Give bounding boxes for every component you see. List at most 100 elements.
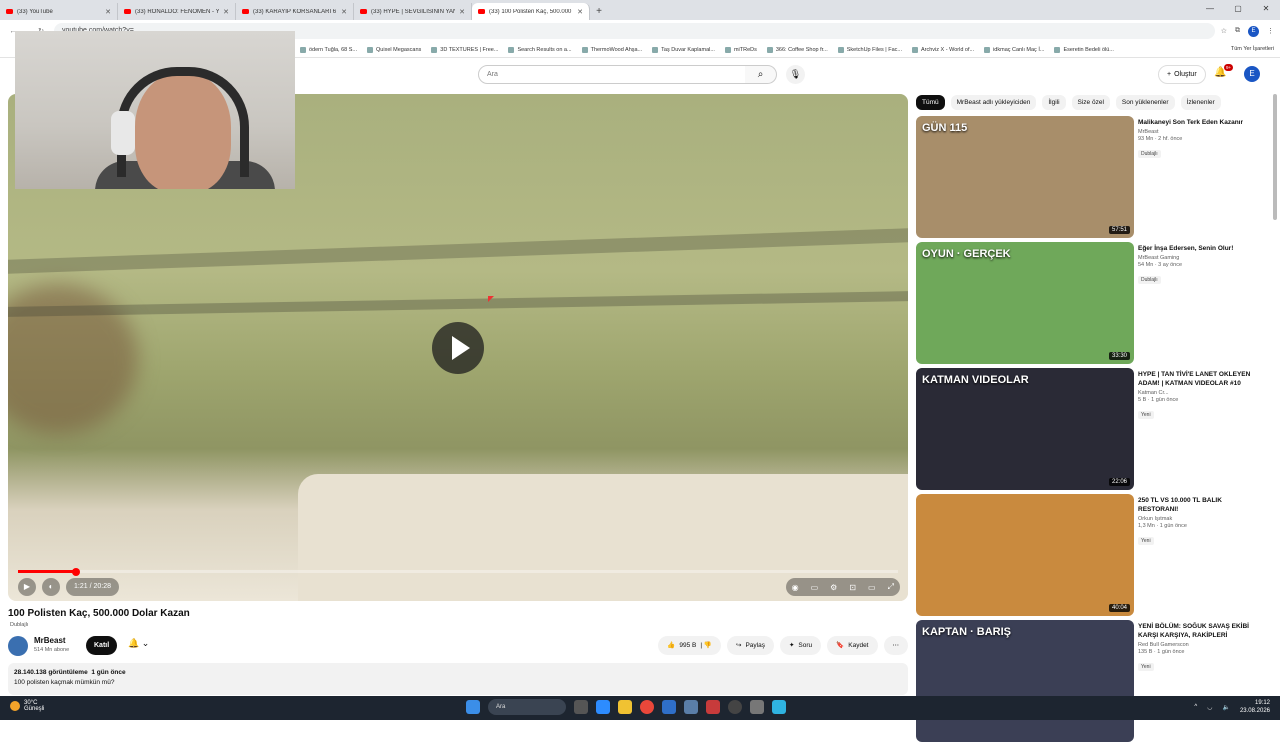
new-tab-button[interactable]: + (590, 3, 608, 20)
bookmark-item[interactable]: ödern Tuğla, 68 S... (300, 46, 357, 53)
subscription-bell-icon[interactable]: 🔔 ⌄ (128, 638, 149, 649)
bookmark-item[interactable]: Search Results on a... (508, 46, 572, 53)
recommendation-item[interactable]: GÜN 115 57:51 Malikaneyi Son Terk Eden Kaz… (916, 116, 1266, 238)
weather-widget[interactable]: 30°C Güneşli (10, 700, 44, 712)
bookmark-item[interactable]: Archviz X - World of... (912, 46, 974, 53)
recommendation-title[interactable]: HYPE | TAN TİVİ'E LANET OKLEYEN ADAM! | … (1138, 370, 1264, 388)
description-box[interactable]: 28.140.138 görüntüleme 1 gün önce 100 po… (8, 663, 908, 695)
ask-button[interactable]: ✦ Soru (779, 636, 822, 655)
theater-mode-icon[interactable]: ▭ (868, 583, 876, 592)
miniplayer-icon[interactable]: ⊡ (849, 583, 856, 592)
extensions-icon[interactable]: ⧉ (1235, 27, 1240, 35)
share-button[interactable]: ↪ Paylaş (727, 636, 774, 655)
browser-tab-4[interactable]: (33) 100 Polisten Kaç, 500.000 ✕ (472, 3, 590, 20)
autoplay-toggle-icon[interactable]: ◉ (792, 583, 799, 592)
subtitles-icon[interactable]: ▭ (811, 583, 819, 592)
bookmark-item[interactable]: 366: Coffee Shop fr... (766, 46, 828, 53)
app-icon[interactable] (684, 700, 698, 714)
channel-name[interactable]: MrBeast (34, 636, 66, 645)
recommendation-thumbnail[interactable]: GÜN 115 57:51 (916, 116, 1134, 238)
bookmark-star-icon[interactable]: ☆ (1221, 27, 1227, 35)
speaker-icon[interactable]: 🔈 (1222, 704, 1229, 711)
recommendation-title[interactable]: Eğer İnşa Edersen, Senin Olur! (1138, 244, 1264, 253)
bookmark-item[interactable]: SketchUp Files | Fac... (837, 46, 902, 53)
maximize-icon[interactable]: ▢ (1224, 0, 1252, 18)
like-button[interactable]: 👍 995 B | 👎 (658, 636, 721, 655)
progress-bar[interactable] (18, 567, 898, 576)
bookmark-item[interactable]: miTReDs (724, 46, 757, 53)
page-scrollbar[interactable] (1273, 94, 1277, 220)
recorder-icon[interactable] (706, 700, 720, 714)
recommendation-thumbnail[interactable]: 40:04 (916, 494, 1134, 616)
join-button[interactable]: Katıl (86, 636, 118, 655)
filter-chip[interactable]: MrBeast adlı yükleyiciden (950, 95, 1037, 110)
recommendation-title[interactable]: YENİ BÖLÜM: SOĞUK SAVAŞ EKİBİ KARŞI KARŞ… (1138, 622, 1264, 640)
close-window-icon[interactable]: ✕ (1252, 0, 1280, 18)
clock[interactable]: 19:12 23.08.2026 (1240, 699, 1270, 715)
search-icon[interactable]: ⌕ (745, 65, 777, 84)
filter-chip[interactable]: Size özel (1071, 95, 1110, 110)
scrubber-handle[interactable] (72, 567, 81, 576)
recommendation-thumbnail[interactable]: KAPTAN · BARIŞ (916, 620, 1134, 742)
start-windows-icon[interactable] (466, 700, 480, 714)
file-explorer-icon[interactable] (618, 700, 632, 714)
recommendation-channel[interactable]: MrBeast (1138, 129, 1264, 135)
bookmark-item[interactable]: Eseretin Bedeli ölü... (1054, 46, 1114, 53)
create-button[interactable]: + Oluştur (1158, 65, 1206, 84)
filter-chip[interactable]: İzlenenler (1180, 95, 1221, 110)
tab-close-icon[interactable]: ✕ (341, 8, 347, 16)
bookmark-item[interactable]: 3D TEXTURES | Free... (431, 46, 498, 53)
tab-close-icon[interactable]: ✕ (105, 8, 111, 16)
obs-icon[interactable] (728, 700, 742, 714)
tray-chevron-icon[interactable]: ^ (1194, 704, 1197, 710)
recommendation-channel[interactable]: Orkun Işıtmak (1138, 516, 1264, 522)
task-view-icon[interactable] (574, 700, 588, 714)
browser-tab-1[interactable]: (33) RONALDO: FENOMEN - Yo ✕ (118, 3, 236, 20)
recommendation-thumbnail[interactable]: OYUN · GERÇEK 33:30 (916, 242, 1134, 364)
browser-tab-0[interactable]: (33) YouTube ✕ (0, 3, 118, 20)
filter-chip[interactable]: Tümü (916, 95, 945, 110)
chrome-icon[interactable] (640, 700, 654, 714)
browser-profile-avatar[interactable]: E (1248, 25, 1259, 37)
tab-close-icon[interactable]: ✕ (459, 8, 465, 16)
wifi-icon[interactable]: ◡ (1207, 704, 1212, 711)
user-avatar[interactable]: E (1244, 66, 1260, 82)
microphone-icon[interactable]: 🎙 (786, 65, 805, 84)
browser-tab-2[interactable]: (33) KARAYİP KORSANLARI 6 ✕ (236, 3, 354, 20)
recommendation-channel[interactable]: Red Bull Gamerscon (1138, 642, 1264, 648)
filter-chip[interactable]: İlgili (1042, 95, 1066, 110)
tab-close-icon[interactable]: ✕ (223, 8, 229, 16)
recommendation-item[interactable]: KATMAN VIDEOLAR 22:06 HYPE | TAN TİVİ'E LA… (916, 368, 1266, 490)
dislike-icon[interactable]: | 👎 (700, 636, 712, 655)
recommendation-item[interactable]: 40:04 250 TL VS 10.000 TL BALIK RESTORANI… (916, 494, 1266, 616)
minimize-icon[interactable]: — (1196, 0, 1224, 18)
photoshop-icon[interactable] (662, 700, 676, 714)
recommendation-channel[interactable]: Katman Cr... (1138, 390, 1264, 396)
recommendation-item[interactable]: OYUN · GERÇEK 33:30 Eğer İnşa Edersen, Sen… (916, 242, 1266, 364)
recommendation-channel[interactable]: MrBeast Gaming (1138, 255, 1264, 261)
bookmark-item[interactable]: Taş Duvar Kaplamal... (652, 46, 715, 53)
filter-chip[interactable]: Son yüklenenler (1115, 95, 1175, 110)
all-bookmarks-link[interactable]: Tüm Yer İşaretleri (1231, 46, 1274, 52)
recommendation-title[interactable]: 250 TL VS 10.000 TL BALIK RESTORANI! (1138, 496, 1264, 514)
recommendation-title[interactable]: Malikaneyi Son Terk Eden Kazanır (1138, 118, 1264, 127)
copilot-icon[interactable] (596, 700, 610, 714)
tab-close-icon[interactable]: ✕ (577, 8, 583, 16)
bookmark-item[interactable]: ThermoWood Ahşa... (581, 46, 642, 53)
channel-avatar[interactable] (8, 636, 28, 656)
taskbar-search[interactable]: Ara (488, 699, 566, 715)
volume-icon[interactable]: ◐ (42, 578, 60, 596)
bookmark-item[interactable]: idkmaç Canlı Maç İ... (984, 46, 1044, 53)
big-play-button[interactable] (432, 322, 484, 374)
app-icon-2[interactable] (772, 700, 786, 714)
menu-dots-icon[interactable]: ⋮ (1267, 27, 1274, 35)
browser-tab-3[interactable]: (33) HYPE | SEVGİLİSİNİN YANİ ✕ (354, 3, 472, 20)
bookmark-item[interactable]: Quixel Megascans (367, 46, 421, 53)
save-button[interactable]: 🔖 Kaydet (827, 636, 878, 655)
search-input[interactable]: Ara (478, 65, 746, 84)
settings-gear-icon[interactable]: ⚙ (830, 583, 837, 592)
recommendation-item[interactable]: KAPTAN · BARIŞ YENİ BÖLÜM: SOĞUK SAVAŞ EK… (916, 620, 1266, 742)
play-icon[interactable]: ▶ (18, 578, 36, 596)
more-actions-icon[interactable]: ⋯ (883, 636, 908, 655)
fullscreen-icon[interactable]: ⤢ (888, 582, 894, 592)
